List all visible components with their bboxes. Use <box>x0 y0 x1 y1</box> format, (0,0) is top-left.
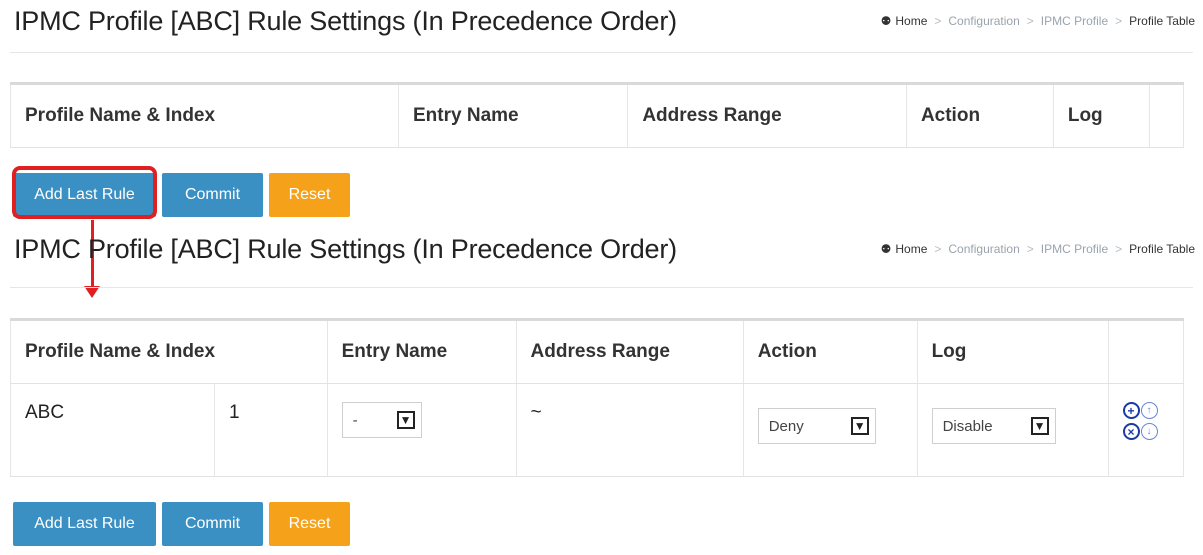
cell-index: 1 <box>214 383 328 477</box>
header-profile: Profile Name & Index <box>10 82 399 148</box>
header-address: Address Range <box>627 82 907 148</box>
rules-table: Profile Name & Index Entry Name Address … <box>10 82 1185 148</box>
header-address: Address Range <box>515 318 744 384</box>
reset-button[interactable]: Reset <box>269 173 350 217</box>
table-header-row: Profile Name & Index Entry Name Address … <box>10 82 1185 148</box>
header-action: Action <box>905 82 1054 148</box>
commit-button[interactable]: Commit <box>162 502 263 546</box>
cell-profile-name: ABC <box>9 383 216 477</box>
table-header-row: Profile Name & Index Entry Name Address … <box>10 318 1185 384</box>
breadcrumb: ⚉ Home > Configuration > IPMC Profile > … <box>881 242 1195 256</box>
breadcrumb-configuration[interactable]: Configuration <box>948 242 1019 256</box>
entry-name-value: - <box>352 411 358 429</box>
breadcrumb-separator: > <box>1115 242 1123 256</box>
breadcrumb-separator: > <box>1026 14 1034 28</box>
log-select[interactable]: Disable ▼ <box>931 408 1056 444</box>
entry-name-select[interactable]: - ▼ <box>341 402 422 438</box>
page-title: IPMC Profile [ABC] Rule Settings (In Pre… <box>14 234 677 264</box>
header-log: Log <box>916 318 1109 384</box>
breadcrumb-ipmc-profile[interactable]: IPMC Profile <box>1041 14 1108 28</box>
home-icon: ⚉ <box>880 14 892 28</box>
commit-button[interactable]: Commit <box>162 173 263 217</box>
panel-before: IPMC Profile [ABC] Rule Settings (In Pre… <box>0 0 1203 225</box>
row-controls: + ↑ × ↓ <box>1122 402 1183 440</box>
breadcrumb-current: Profile Table <box>1129 14 1195 28</box>
insert-rule-icon[interactable]: + <box>1122 402 1140 419</box>
header-action: Action <box>742 318 918 384</box>
breadcrumb-home[interactable]: Home <box>895 242 927 256</box>
add-last-rule-button[interactable]: Add Last Rule <box>13 502 156 546</box>
header-controls <box>1148 82 1185 148</box>
delete-rule-icon[interactable]: × <box>1122 423 1140 440</box>
cell-address-range: ~ <box>515 383 744 477</box>
button-row: Add Last Rule Commit Reset <box>13 502 350 546</box>
breadcrumb-ipmc-profile[interactable]: IPMC Profile <box>1041 242 1108 256</box>
action-value: Deny <box>768 417 804 435</box>
breadcrumb-configuration[interactable]: Configuration <box>948 14 1019 28</box>
title-divider <box>10 287 1193 288</box>
page-title: IPMC Profile [ABC] Rule Settings (In Pre… <box>14 6 677 36</box>
chevron-down-icon: ▼ <box>850 417 869 435</box>
cell-action: Deny ▼ <box>742 383 918 477</box>
breadcrumb-separator: > <box>1026 242 1034 256</box>
action-select[interactable]: Deny ▼ <box>757 408 876 444</box>
title-divider <box>10 52 1193 53</box>
cell-controls: + ↑ × ↓ <box>1107 383 1185 477</box>
header-entry: Entry Name <box>326 318 517 384</box>
breadcrumb-separator: > <box>934 14 942 28</box>
header-profile: Profile Name & Index <box>10 318 328 384</box>
header-controls <box>1107 318 1185 384</box>
cell-entry: - ▼ <box>326 383 517 477</box>
highlight-box <box>12 166 157 219</box>
breadcrumb-separator: > <box>1115 14 1123 28</box>
move-down-icon[interactable]: ↓ <box>1140 423 1158 440</box>
rules-table: Profile Name & Index Entry Name Address … <box>9 318 1185 477</box>
table-row: ABC 1 - ▼ ~ Deny ▼ Disable ▼ + ↑ × ↓ <box>9 383 1185 477</box>
header-log: Log <box>1052 82 1150 148</box>
reset-button[interactable]: Reset <box>269 502 350 546</box>
home-icon: ⚉ <box>880 242 892 256</box>
breadcrumb-home[interactable]: Home <box>895 14 927 28</box>
cell-log: Disable ▼ <box>916 383 1109 477</box>
move-up-icon[interactable]: ↑ <box>1140 402 1158 419</box>
log-value: Disable <box>942 417 993 435</box>
header-entry: Entry Name <box>397 82 629 148</box>
breadcrumb-current: Profile Table <box>1129 242 1195 256</box>
breadcrumb-separator: > <box>934 242 942 256</box>
breadcrumb: ⚉ Home > Configuration > IPMC Profile > … <box>881 14 1195 28</box>
panel-after: IPMC Profile [ABC] Rule Settings (In Pre… <box>0 228 1203 555</box>
chevron-down-icon: ▼ <box>1030 417 1049 435</box>
chevron-down-icon: ▼ <box>396 411 415 429</box>
